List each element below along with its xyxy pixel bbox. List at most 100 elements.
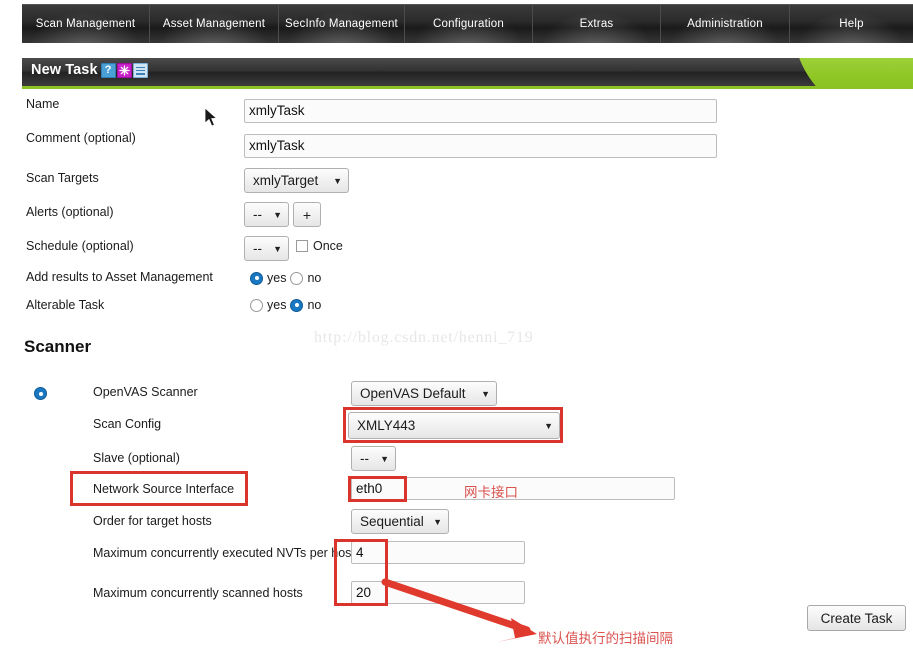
annotation-nic-note: 网卡接口 — [464, 485, 518, 501]
add-results-label: Add results to Asset Management — [26, 270, 213, 284]
openvas-scanner-radio[interactable] — [34, 387, 47, 400]
schedule-once-group: Once — [296, 239, 343, 253]
order-target-hosts-label: Order for target hosts — [93, 514, 212, 528]
alerts-select[interactable]: -- ▼ — [244, 202, 289, 227]
schedule-select[interactable]: -- ▼ — [244, 236, 289, 261]
field-row-add-results: Add results to Asset Management — [26, 270, 213, 284]
field-row-network-source-interface: Network Source Interface — [93, 482, 234, 496]
name-input[interactable]: xmlyTask — [244, 99, 717, 123]
add-alert-label: + — [302, 206, 312, 223]
add-results-yes-radio[interactable] — [250, 271, 263, 285]
page-title: New Task — [31, 62, 98, 78]
max-hosts-value: 20 — [356, 584, 372, 600]
chevron-down-icon: ▼ — [481, 388, 490, 399]
scan-config-label: Scan Config — [93, 417, 162, 431]
alerts-value: -- — [253, 207, 262, 222]
add-alert-button[interactable]: + — [293, 202, 321, 227]
scan-config-select[interactable]: XMLY443 ▼ — [348, 412, 560, 439]
nav-label: Help — [839, 18, 864, 30]
create-task-button[interactable]: Create Task — [807, 605, 906, 631]
chevron-down-icon: ▼ — [333, 175, 342, 186]
add-results-radio-group: yes no — [250, 271, 325, 285]
chevron-down-icon: ▼ — [273, 243, 282, 254]
schedule-value: -- — [253, 241, 262, 256]
panel-header: New Task ? — [22, 58, 913, 86]
field-row-max-nvts: Maximum concurrently executed NVTs per h… — [93, 546, 355, 560]
alterable-label: Alterable Task — [26, 298, 105, 312]
network-source-interface-label: Network Source Interface — [93, 482, 235, 496]
add-results-no-label: no — [307, 271, 322, 285]
alterable-yes-radio[interactable] — [250, 298, 263, 312]
nav-label: Asset Management — [162, 18, 266, 30]
nav-item-asset-management[interactable]: Asset Management — [150, 5, 279, 43]
field-row-schedule: Schedule (optional) — [26, 239, 134, 253]
max-hosts-input[interactable]: 20 — [351, 581, 525, 604]
schedule-once-label: Once — [313, 239, 343, 253]
add-results-no-radio[interactable] — [290, 271, 304, 285]
header-green-swoosh-decoration — [793, 58, 913, 86]
scan-targets-label: Scan Targets — [26, 171, 99, 185]
scan-targets-select[interactable]: xmlyTarget ▼ — [244, 168, 349, 193]
main-navigation: Scan Management Asset Management SecInfo… — [22, 4, 913, 43]
openvas-scanner-select[interactable]: OpenVAS Default ▼ — [351, 381, 497, 406]
panel-title-group: New Task ? — [31, 62, 148, 78]
chevron-down-icon: ▼ — [273, 209, 282, 220]
scanner-section-title: Scanner — [24, 337, 92, 356]
max-nvts-label: Maximum concurrently executed NVTs per h… — [93, 546, 355, 560]
nav-label: SecInfo Management — [285, 18, 398, 30]
field-row-comment: Comment (optional) — [26, 131, 136, 145]
nav-item-extras[interactable]: Extras — [533, 5, 661, 43]
chevron-down-icon: ▼ — [380, 453, 389, 464]
field-row-openvas-scanner: OpenVAS Scanner — [93, 385, 198, 399]
nav-label: Configuration — [432, 18, 504, 30]
order-target-hosts-select[interactable]: Sequential ▼ — [351, 509, 449, 534]
alterable-no-radio[interactable] — [290, 298, 304, 312]
schedule-once-checkbox[interactable] — [296, 240, 308, 252]
alterable-radio-group: yes no — [250, 298, 325, 312]
nav-label: Administration — [687, 18, 763, 30]
list-bar — [135, 66, 145, 69]
network-source-interface-value: eth0 — [356, 480, 383, 496]
list-icon[interactable] — [132, 62, 148, 78]
field-row-alterable: Alterable Task — [26, 298, 104, 312]
comment-label: Comment (optional) — [26, 131, 136, 145]
help-glyph: ? — [104, 63, 112, 76]
slave-select[interactable]: -- ▼ — [351, 446, 396, 471]
nav-label: Scan Management — [35, 18, 136, 30]
slave-value: -- — [360, 451, 369, 466]
schedule-label: Schedule (optional) — [26, 239, 134, 253]
openvas-scanner-value: OpenVAS Default — [360, 386, 466, 401]
alerts-label: Alerts (optional) — [26, 205, 114, 219]
openvas-scanner-label: OpenVAS Scanner — [93, 385, 198, 399]
page-root: Scan Management Asset Management SecInfo… — [0, 0, 913, 658]
alterable-yes-label: yes — [267, 298, 287, 312]
nav-label: Extras — [579, 18, 614, 30]
max-nvts-value: 4 — [356, 544, 364, 560]
field-row-scan-targets: Scan Targets — [26, 171, 99, 185]
chevron-down-icon: ▼ — [544, 420, 553, 431]
nav-item-configuration[interactable]: Configuration — [405, 5, 533, 43]
mouse-cursor — [204, 107, 218, 127]
nav-item-secinfo-management[interactable]: SecInfo Management — [279, 5, 405, 43]
watermark-text: http://blog.csdn.net/henni_719 — [314, 329, 534, 346]
list-bar — [135, 73, 145, 75]
max-nvts-input[interactable]: 4 — [351, 541, 525, 564]
create-task-label: Create Task — [820, 610, 893, 626]
field-row-name: Name — [26, 97, 59, 111]
help-icon[interactable]: ? — [100, 62, 116, 78]
add-results-yes-label: yes — [267, 271, 287, 285]
max-hosts-label: Maximum concurrently scanned hosts — [93, 586, 303, 600]
wizard-glyph — [118, 64, 130, 76]
nav-item-administration[interactable]: Administration — [661, 5, 790, 43]
annotation-interval-note: 默认值执行的扫描间隔 — [538, 631, 673, 647]
slave-label: Slave (optional) — [93, 451, 180, 465]
nav-item-scan-management[interactable]: Scan Management — [22, 5, 150, 43]
field-row-scan-config: Scan Config — [93, 417, 161, 431]
alterable-no-label: no — [307, 298, 322, 312]
wizard-icon[interactable] — [116, 62, 132, 78]
order-target-hosts-value: Sequential — [360, 514, 424, 529]
comment-input[interactable]: xmlyTask — [244, 134, 717, 158]
nav-item-help[interactable]: Help — [790, 5, 913, 43]
field-row-slave: Slave (optional) — [93, 451, 180, 465]
scan-config-value: XMLY443 — [357, 418, 416, 433]
